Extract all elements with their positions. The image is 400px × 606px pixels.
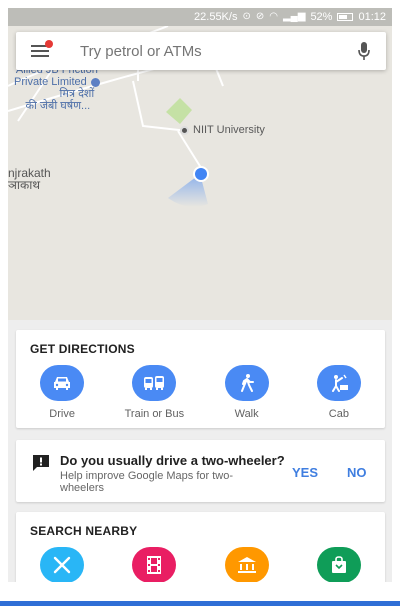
map-label-company-hindi1: मित्र देशों [59, 88, 95, 100]
map-label-company-hindi2: की जेबी घर्षण... [25, 100, 91, 112]
nearby-movies-button[interactable] [108, 547, 200, 583]
wifi-icon: ◠ [269, 11, 278, 22]
car-icon [54, 377, 71, 390]
mode-transit-button[interactable]: Train or Bus [108, 365, 200, 420]
map-label-company[interactable]: Allied JB Friction Private Limited मित्र… [14, 64, 100, 112]
map-label-company-line2: Private Limited [14, 76, 87, 88]
mode-cab-button[interactable]: Cab [293, 365, 385, 420]
battery-icon [337, 13, 354, 21]
bus-icon [144, 376, 165, 390]
bottom-accent-strip [0, 601, 400, 606]
cab-icon [331, 374, 348, 392]
mode-drive-label: Drive [49, 408, 75, 420]
map-label-university[interactable]: NIIT University [180, 124, 265, 136]
menu-button[interactable] [16, 32, 64, 70]
prompt-subtext: Help improve Google Maps for two-wheeler… [60, 470, 234, 494]
road-line [177, 130, 204, 172]
mode-walk-button[interactable]: Walk [201, 365, 293, 420]
film-icon [147, 556, 162, 574]
mode-cab-label: Cab [328, 408, 349, 420]
network-speed: 22.55K/s [194, 11, 238, 23]
map-label-town: njrakath ञाकाथ [8, 167, 51, 191]
feedback-icon [33, 455, 49, 471]
get-directions-title: GET DIRECTIONS [30, 342, 135, 356]
location-status-icon: ⊙ [242, 11, 251, 22]
battery-percent: 52% [310, 11, 333, 23]
no-button[interactable]: NO [347, 465, 367, 480]
map-label-university-text: NIIT University [193, 124, 265, 136]
poi-pin-icon [180, 125, 189, 135]
shopping-bag-icon [331, 556, 346, 573]
prompt-question: Do you usually drive a two-wheeler? [60, 453, 285, 468]
voice-search-button[interactable] [342, 32, 386, 70]
mode-drive-button[interactable]: Drive [16, 365, 108, 420]
mute-icon: ⊘ [255, 11, 265, 22]
bank-icon [237, 557, 256, 573]
map-label-town-hi: ञाकाथ [8, 178, 41, 192]
clock: 01:12 [358, 11, 386, 23]
search-nearby-title: SEARCH NEARBY [30, 524, 138, 538]
mode-transit-label: Train or Bus [124, 408, 185, 420]
nearby-shopping-button[interactable] [293, 547, 385, 583]
signal-icon: ▂▄▆ [282, 11, 306, 22]
park-area [166, 98, 192, 124]
mic-icon [358, 42, 370, 60]
restaurant-icon [53, 556, 71, 574]
nearby-restaurants-button[interactable] [16, 547, 108, 583]
yes-button[interactable]: YES [292, 465, 318, 480]
search-bar [16, 32, 386, 70]
walk-icon [240, 374, 254, 392]
location-dot [195, 168, 207, 180]
business-pin-icon [90, 77, 100, 87]
two-wheeler-prompt-card: Do you usually drive a two-wheeler? Help… [16, 440, 385, 502]
notification-dot [45, 40, 53, 48]
status-bar: 22.55K/s ⊙ ⊘ ◠ ▂▄▆ 52% 01:12 [8, 8, 392, 26]
search-nearby-card: SEARCH NEARBY [16, 512, 385, 592]
search-input[interactable] [64, 42, 342, 60]
mode-walk-label: Walk [234, 408, 259, 420]
get-directions-card: GET DIRECTIONS Drive Train or Bus Walk C… [16, 330, 385, 428]
map-view[interactable]: Allied JB Friction Private Limited मित्र… [8, 26, 392, 320]
nearby-banks-button[interactable] [201, 547, 293, 583]
